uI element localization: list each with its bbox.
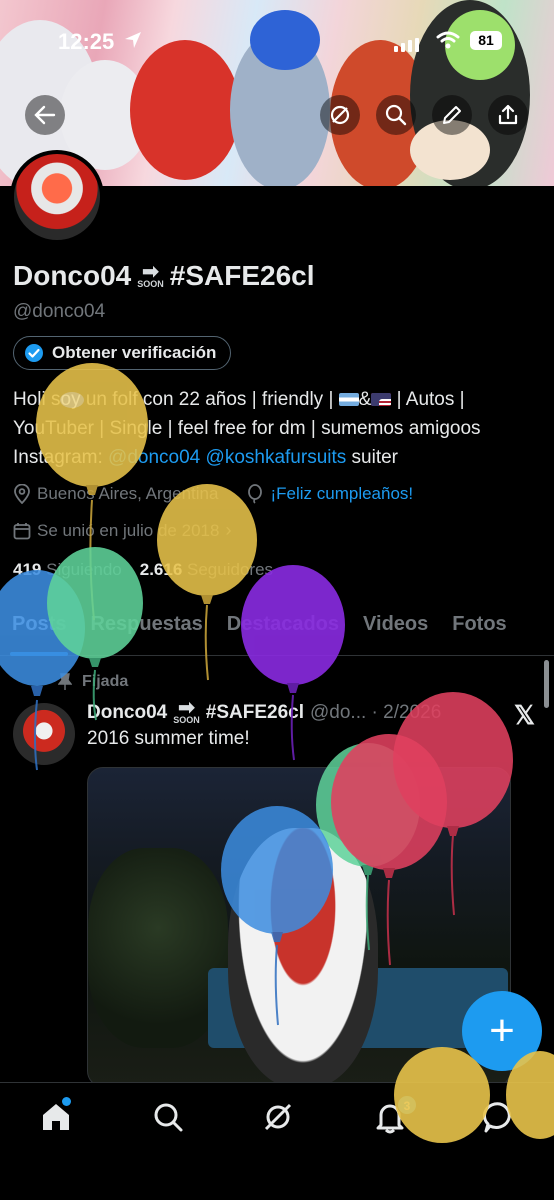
profile-bio: Holi soy un folf con 22 años | friendly … bbox=[13, 385, 543, 472]
bio-line-3-suffix: suiter bbox=[351, 447, 399, 468]
post-text: 2016 summer time! bbox=[87, 728, 250, 749]
display-name-tag: #SAFE26cl bbox=[169, 260, 315, 291]
tab-posts[interactable]: Posts bbox=[0, 600, 78, 656]
bio-mention-link[interactable]: @donco04 bbox=[108, 447, 200, 468]
back-button[interactable] bbox=[25, 95, 65, 135]
bottom-navigation: 3 bbox=[0, 1082, 554, 1200]
soon-emoji: ➡ SOON bbox=[173, 697, 200, 725]
edit-icon bbox=[443, 106, 461, 124]
x-logo-icon: 𝕏 bbox=[514, 700, 535, 730]
bio-line-1-end: | Autos | bbox=[396, 389, 465, 410]
profile-tabs: Posts Respuestas Destacados Videos Fotos bbox=[0, 600, 554, 656]
home-unread-dot bbox=[62, 1097, 71, 1106]
status-bar: 12:25 81 bbox=[0, 0, 554, 80]
balloon bbox=[241, 565, 345, 761]
following-label: Siguiendo bbox=[46, 560, 122, 579]
bio-line-3: Instagram: @donco04 @koshkafursuits suit… bbox=[13, 443, 543, 472]
joined-row: Se unió en julio de 2018 › bbox=[13, 520, 231, 541]
bio-line-1-text: Holi soy un folf con 22 años | friendly … bbox=[13, 389, 334, 410]
grok-icon[interactable] bbox=[260, 1099, 296, 1135]
calendar-icon bbox=[13, 522, 31, 539]
get-verified-button[interactable]: Obtener verificación bbox=[13, 336, 232, 370]
pinned-text: Fijada bbox=[82, 673, 129, 690]
followers-count: 2.616 bbox=[139, 560, 183, 579]
bio-amp: & bbox=[358, 389, 372, 410]
handle: @donco04 bbox=[13, 301, 106, 322]
soon-label: SOON bbox=[173, 715, 200, 725]
bio-mention-link[interactable]: @koshkafursuits bbox=[206, 447, 347, 468]
display-name: Donco04 ➡ SOON #SAFE26cl bbox=[13, 260, 315, 292]
post-image[interactable] bbox=[87, 767, 511, 1087]
get-verified-label: Obtener verificación bbox=[52, 343, 217, 362]
notifications-badge: 3 bbox=[397, 1095, 417, 1115]
grok-icon bbox=[330, 105, 350, 125]
search-icon[interactable] bbox=[150, 1099, 186, 1135]
image-foliage bbox=[88, 848, 228, 1048]
post-author-avatar[interactable] bbox=[13, 703, 75, 765]
signal-icon bbox=[394, 38, 419, 52]
joined-text: Se unió en julio de 2018 bbox=[37, 520, 220, 540]
post-author-tag: #SAFE26cl bbox=[205, 701, 304, 723]
clock: 12:25 bbox=[58, 29, 115, 54]
search-icon bbox=[385, 104, 407, 126]
battery-indicator: 81 bbox=[470, 31, 502, 50]
grok-button[interactable] bbox=[320, 95, 360, 135]
messages-icon[interactable] bbox=[482, 1099, 518, 1135]
bio-line-1: Holi soy un folf con 22 años | friendly … bbox=[13, 385, 543, 414]
joined-chevron-icon: › bbox=[225, 520, 232, 540]
usa-flag-icon bbox=[371, 393, 392, 406]
birthday-link[interactable]: ¡Feliz cumpleaños! bbox=[270, 484, 413, 504]
balloon-icon bbox=[248, 484, 263, 504]
pin-icon bbox=[58, 673, 72, 690]
argentina-flag-icon bbox=[338, 393, 359, 406]
following-stat[interactable]: 419 Siguiendo bbox=[13, 560, 122, 580]
tab-photos[interactable]: Fotos bbox=[440, 600, 518, 656]
post-author-name[interactable]: Donco04 bbox=[87, 702, 167, 724]
following-count: 419 bbox=[13, 560, 42, 579]
share-icon bbox=[498, 104, 518, 125]
bio-instagram-label: Instagram: bbox=[13, 447, 103, 468]
profile-avatar[interactable] bbox=[10, 150, 104, 244]
search-button[interactable] bbox=[376, 95, 416, 135]
bio-line-2: YouTuber | Single | feel free for dm | s… bbox=[13, 418, 481, 439]
edit-button[interactable] bbox=[432, 95, 472, 135]
followers-label: Seguidores bbox=[187, 560, 274, 579]
tab-highlights[interactable]: Destacados bbox=[215, 600, 351, 656]
soon-arrow-icon: ➡ bbox=[142, 260, 159, 283]
profile-meta-row: Buenos Aires, Argentina ¡Feliz cumpleaño… bbox=[13, 484, 413, 504]
follow-stats: 419 Siguiendo 2.616 Seguidores bbox=[13, 560, 273, 580]
verified-badge-icon bbox=[25, 344, 43, 362]
tab-replies[interactable]: Respuestas bbox=[78, 600, 214, 656]
soon-emoji: ➡ SOON bbox=[137, 260, 164, 289]
post-header: Donco04 ➡ SOON #SAFE26cl @do... · 2/2026 bbox=[87, 697, 442, 725]
soon-label: SOON bbox=[137, 278, 164, 289]
share-button[interactable] bbox=[488, 95, 528, 135]
location-arrow-icon bbox=[125, 32, 141, 48]
scrollbar-thumb[interactable] bbox=[544, 660, 549, 708]
display-name-text: Donco04 bbox=[13, 260, 132, 291]
location-text: Buenos Aires, Argentina bbox=[37, 484, 219, 503]
location-icon bbox=[14, 484, 30, 504]
compose-post-button[interactable]: + bbox=[462, 991, 542, 1071]
post-handle-date: @do... · 2/2026 bbox=[310, 701, 442, 723]
image-fursuit bbox=[228, 828, 378, 1086]
soon-arrow-icon: ➡ bbox=[178, 697, 195, 719]
followers-stat[interactable]: 2.616 Seguidores bbox=[140, 560, 273, 580]
tab-videos[interactable]: Videos bbox=[351, 600, 440, 656]
back-icon bbox=[34, 105, 56, 125]
pinned-label: Fijada bbox=[58, 673, 128, 691]
wifi-icon bbox=[436, 31, 460, 49]
